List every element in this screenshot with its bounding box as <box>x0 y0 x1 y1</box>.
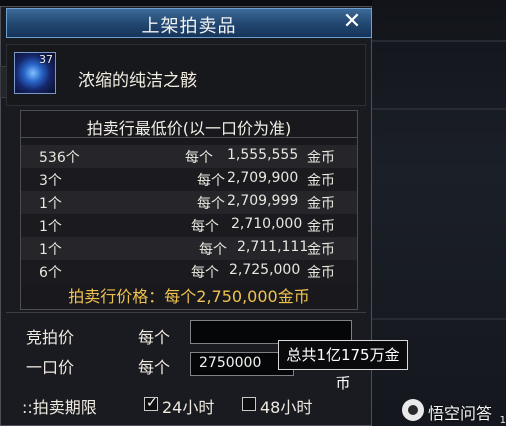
item-count: 37 <box>39 53 53 66</box>
watermark-text: 悟空问答 <box>428 404 493 423</box>
bid-per-label: 每个 <box>138 328 171 347</box>
row-price: 2,709,999 <box>227 193 299 209</box>
row-per-label: 每个 <box>191 219 219 235</box>
price-row[interactable]: 1个 每个 2,710,000 金币 <box>21 214 357 237</box>
row-per-label: 每个 <box>197 173 225 189</box>
buyout-per-label: 每个 <box>138 358 171 377</box>
buyout-price-label: 一口价 <box>26 358 75 377</box>
row-per-label: 每个 <box>197 196 225 212</box>
auction-house-price: 拍卖行价格：每个2,750,000金币 <box>68 287 310 306</box>
row-price: 2,725,000 <box>229 262 301 278</box>
window-title: 上架拍卖品 <box>141 16 237 37</box>
background-divider <box>372 108 506 110</box>
divider <box>6 312 366 313</box>
duration-24h-checkbox[interactable]: ✓ <box>144 395 158 411</box>
row-quantity: 1个 <box>39 242 62 258</box>
duration-48h-checkbox[interactable] <box>242 397 256 411</box>
row-per-label: 每个 <box>191 265 219 281</box>
row-currency: 金币 <box>307 242 335 258</box>
row-price: 2,711,111 <box>237 239 309 255</box>
row-currency: 金币 <box>307 219 335 235</box>
watermark-digits: 1 <box>499 415 506 426</box>
row-quantity: 3个 <box>39 173 62 189</box>
bid-price-label: 竞拍价 <box>26 328 75 347</box>
price-row[interactable]: 1个 每个 2,711,111 金币 <box>21 237 357 260</box>
row-per-label: 每个 <box>199 242 227 258</box>
row-price: 1,555,555 <box>227 147 299 163</box>
price-rows: 536个 每个 1,555,555 金币 3个 每个 2,709,900 金币 … <box>21 145 357 283</box>
total-price-tooltip: 总共1亿175万金币 <box>278 340 408 392</box>
row-quantity: 1个 <box>39 219 62 235</box>
row-currency: 金币 <box>307 173 335 189</box>
row-quantity: 1个 <box>39 196 62 212</box>
price-row[interactable]: 1个 每个 2,709,999 金币 <box>21 191 357 214</box>
lowest-price-table: 拍卖行最低价(以一口价为准) 536个 每个 1,555,555 金币 3个 每… <box>20 110 358 310</box>
blue-gem-icon[interactable]: 37 <box>14 52 56 94</box>
row-price: 2,709,900 <box>227 170 299 186</box>
watermark: 悟空问答 1 <box>402 396 506 426</box>
price-row[interactable]: 6个 每个 2,725,000 金币 <box>21 260 357 283</box>
price-row[interactable]: 536个 每个 1,555,555 金币 <box>21 145 357 168</box>
row-quantity: 6个 <box>39 265 62 281</box>
row-currency: 金币 <box>307 196 335 212</box>
close-button[interactable]: ✕ <box>341 11 363 34</box>
row-currency: 金币 <box>307 150 335 166</box>
row-currency: 金币 <box>307 265 335 281</box>
price-table-header: 拍卖行最低价(以一口价为准) <box>86 119 292 138</box>
cut-off-row <box>28 414 358 426</box>
background-divider <box>372 40 506 42</box>
price-row[interactable]: 3个 每个 2,709,900 金币 <box>21 168 357 191</box>
row-per-label: 每个 <box>185 150 213 166</box>
row-price: 2,710,000 <box>231 216 303 232</box>
background-divider <box>372 318 506 320</box>
title-bar[interactable]: 上架拍卖品 ✕ <box>6 8 372 38</box>
check-icon: ✓ <box>146 395 158 411</box>
item-name: 浓缩的纯洁之骸 <box>78 71 197 91</box>
divider <box>21 137 357 138</box>
row-quantity: 536个 <box>39 150 80 166</box>
wukong-logo-icon <box>402 399 424 421</box>
